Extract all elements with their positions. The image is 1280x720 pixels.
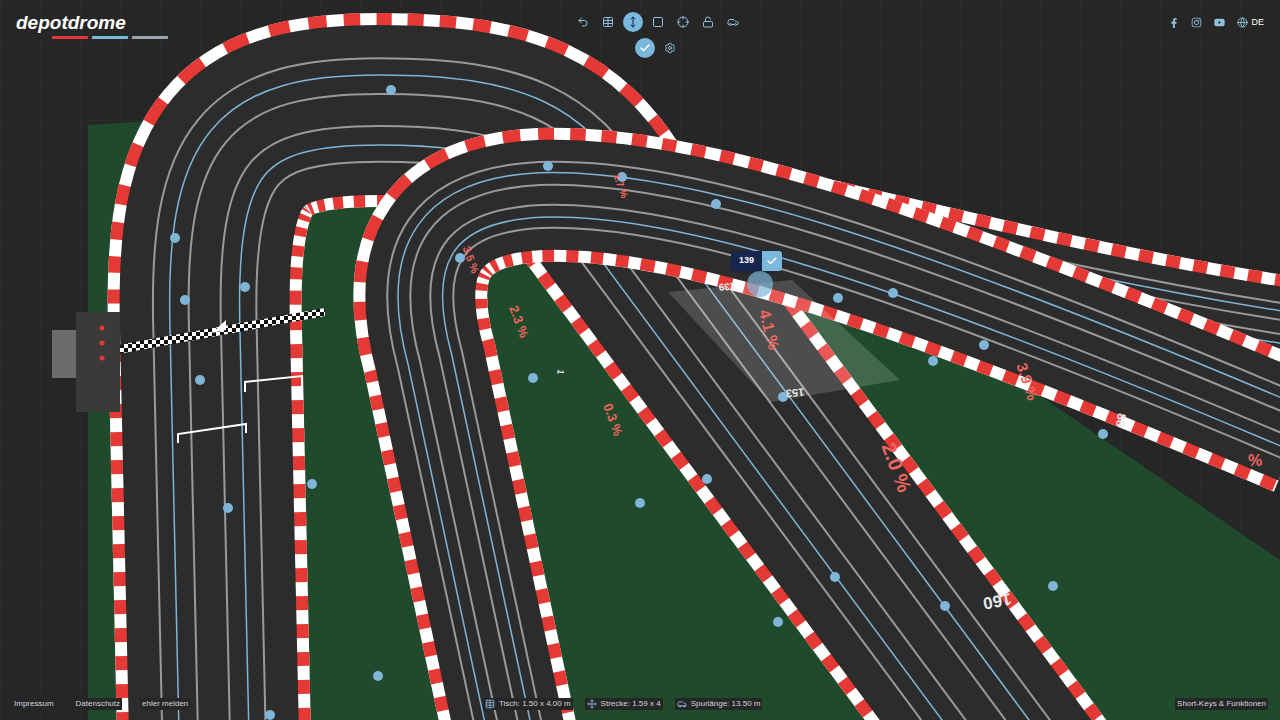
track-label: 160 [982,589,1013,613]
inner-loop-track[interactable] [420,195,1280,720]
tool-icon [577,16,589,28]
footer-stat: Tisch: 1.50 x 4.00 m [483,698,573,710]
finish-line [118,308,325,354]
footer-stat: Strecke: 1.59 x 4 [585,698,663,710]
top-bar: depotdrome DE [0,0,1280,58]
toolbar-button[interactable] [723,12,743,32]
app: 139 4.1 % 153 2.0 % 160 0.3 % 2.3 % 3.5 % 1 3.9 %… [0,0,1280,720]
youtube-icon[interactable] [1214,17,1225,28]
track-handle[interactable] [307,479,317,489]
tool-icon [652,16,664,28]
stat-icon [485,699,495,709]
footer-stat: Spurlänge: 13.50 m [675,698,763,710]
footer-link[interactable]: Datenschutz [74,698,122,710]
toolbar-button[interactable] [698,12,718,32]
track-handle[interactable] [1098,429,1108,439]
settings-button[interactable] [660,38,680,58]
social-links: DE [1169,12,1264,30]
track-label: 2.3 % [506,303,532,340]
track-label: 2.0 % [878,440,916,496]
track-handle[interactable] [928,356,938,366]
toolbar-button[interactable] [648,12,668,32]
toolbar-button[interactable] [673,12,693,32]
tooltip-value: 139 [731,251,762,271]
tool-icon [702,16,714,28]
selected-handle[interactable] [747,271,773,297]
track-label: 1.7 % [611,172,630,200]
track-handle[interactable] [773,617,783,627]
toolbar [573,12,743,58]
track-handle[interactable] [170,233,180,243]
selection-area[interactable] [668,280,900,402]
track-handle[interactable] [373,671,383,681]
track-handle[interactable] [386,85,396,95]
track-handle[interactable] [543,161,553,171]
instagram-icon[interactable] [1191,17,1202,28]
track-label: 1 [555,369,566,376]
footer-link[interactable]: Impressum [12,698,56,710]
toolbar-button[interactable] [573,12,593,32]
track-label: 153 [785,386,804,400]
track-handle[interactable] [711,199,721,209]
track-handle[interactable] [702,474,712,484]
track-canvas[interactable]: 139 4.1 % 153 2.0 % 160 0.3 % 2.3 % 3.5 % 1 3.9 %… [0,0,1280,720]
grid-marks [178,376,302,443]
track-handle[interactable] [265,710,275,720]
shortcuts-link[interactable]: Short-Keys & Funktionen [1175,698,1268,710]
track-label: 0.3 % [600,401,626,438]
track-label: 88 [1113,412,1129,428]
tool-icon [627,16,639,28]
facebook-icon[interactable] [1169,18,1179,28]
handle-tooltip[interactable]: 139 [731,251,782,271]
track-handle[interactable] [1048,581,1058,591]
track-handle[interactable] [195,375,205,385]
direction-arrow-icon [212,320,226,333]
toolbar-button[interactable] [598,12,618,32]
track-handle[interactable] [223,503,233,513]
track-handle[interactable] [979,340,989,350]
track-label: % [1248,452,1262,469]
footer-link[interactable]: ehler melden [140,698,190,710]
tool-icon [677,16,689,28]
language-switch[interactable]: DE [1237,16,1264,30]
track-handle[interactable] [833,293,843,303]
stat-icon [587,699,597,709]
tool-icon [727,16,739,28]
confirm-button[interactable] [635,38,655,58]
track-handle[interactable] [528,373,538,383]
tool-icon [602,16,614,28]
tooltip-confirm-button[interactable] [762,251,782,271]
gear-icon [664,42,676,54]
check-icon [639,42,651,54]
track-label: 4.1 % [756,308,783,352]
start-lights [52,312,120,412]
bottom-bar: Impressum Datenschutz ehler melden Tisch: 1… [0,698,1280,720]
globe-icon [1237,17,1248,28]
track-label: 3.5 % [461,244,482,275]
track-handle[interactable] [240,282,250,292]
track-handle[interactable] [888,288,898,298]
track-handle[interactable] [940,601,950,611]
track-label: 3.9 % [1013,361,1041,403]
stat-icon [677,699,687,709]
track-label: 139 [718,281,736,293]
track-handle[interactable] [180,295,190,305]
toolbar-button[interactable] [623,12,643,32]
check-icon [766,255,778,267]
logo[interactable]: depotdrome [16,12,186,39]
track-handle[interactable] [635,498,645,508]
track-handle[interactable] [830,572,840,582]
